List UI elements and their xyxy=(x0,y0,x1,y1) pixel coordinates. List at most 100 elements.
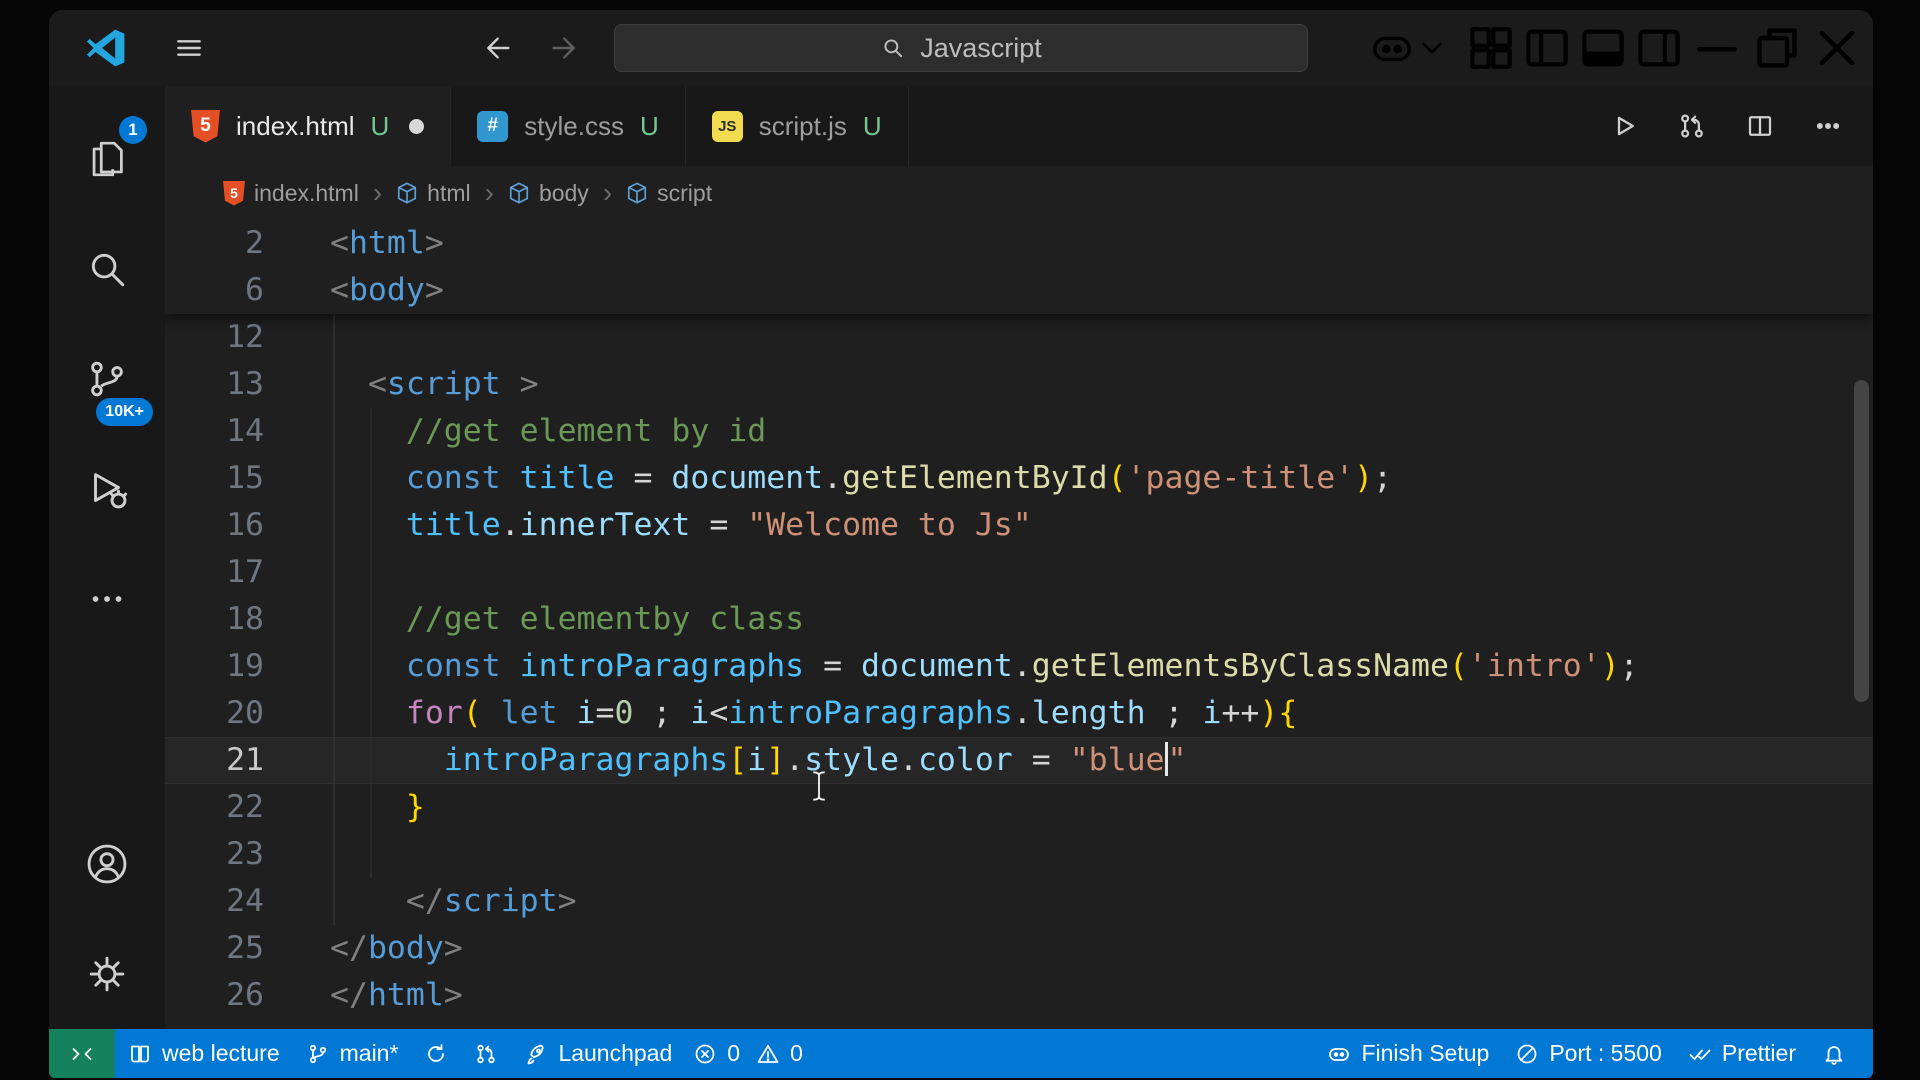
layout-grid-button[interactable] xyxy=(1463,10,1519,86)
indent-guide xyxy=(370,408,372,878)
ellipsis-button[interactable] xyxy=(1813,111,1843,141)
copilot-icon xyxy=(1327,1042,1351,1066)
status-item-launchpad[interactable]: Launchpad xyxy=(511,1029,685,1078)
activity-badge: 10K+ xyxy=(96,398,153,426)
code-line-14[interactable]: 14 //get element by id xyxy=(165,408,1873,455)
minimize-button[interactable] xyxy=(1687,10,1747,86)
run-button[interactable] xyxy=(1609,111,1639,141)
code-line-18[interactable]: 18 //get elementby class xyxy=(165,596,1873,643)
back-icon[interactable] xyxy=(483,32,515,64)
code-line-26[interactable]: 26 </html> xyxy=(165,972,1873,1019)
close-button[interactable] xyxy=(1807,10,1867,86)
gear-icon xyxy=(84,951,130,997)
activity-item-debug[interactable] xyxy=(49,434,165,544)
line-number[interactable]: 17 xyxy=(165,549,330,596)
status-item-remote[interactable] xyxy=(49,1029,115,1078)
copilot-button[interactable] xyxy=(1369,10,1415,86)
breadcrumb-label: index.html xyxy=(254,179,359,206)
line-number[interactable]: 6 xyxy=(165,267,330,314)
line-number[interactable]: 2 xyxy=(165,220,330,267)
code-line-23[interactable]: 23 xyxy=(165,831,1873,878)
restore-button[interactable] xyxy=(1747,10,1807,86)
warning-icon xyxy=(756,1042,780,1066)
status-item-bell[interactable] xyxy=(1809,1029,1859,1078)
status-item-port-5500[interactable]: Port : 5500 xyxy=(1502,1029,1675,1078)
status-item-0[interactable]: 0 xyxy=(685,1029,748,1078)
line-number[interactable]: 26 xyxy=(165,972,330,1019)
code-line-16[interactable]: 16 title.innerText = "Welcome to Js" xyxy=(165,502,1873,549)
split-button[interactable] xyxy=(1745,111,1775,141)
code-line-6[interactable]: 6 <body> xyxy=(165,267,1873,314)
layout-left-button[interactable] xyxy=(1519,10,1575,86)
code-line-2[interactable]: 2 <html> xyxy=(165,220,1873,267)
status-item-main-[interactable]: main* xyxy=(293,1029,412,1078)
line-number[interactable]: 20 xyxy=(165,690,330,737)
status-item-0[interactable]: 0 xyxy=(748,1029,811,1078)
html-file-icon: 5 xyxy=(191,109,220,143)
layout-right-button[interactable] xyxy=(1631,10,1687,86)
status-item-pr[interactable] xyxy=(461,1029,511,1078)
account-icon xyxy=(84,841,130,887)
breadcrumb-item-html[interactable]: html xyxy=(396,180,471,207)
breadcrumb-item-index.html[interactable]: 5 index.html xyxy=(223,180,359,207)
breadcrumb: 5 index.html › html › body › script xyxy=(165,166,1873,220)
line-number[interactable]: 12 xyxy=(165,314,330,361)
line-number[interactable]: 21 xyxy=(165,737,330,784)
code-line-15[interactable]: 15 const title = document.getElementById… xyxy=(165,455,1873,502)
status-item-prettier[interactable]: Prettier xyxy=(1675,1029,1809,1078)
code-line-13[interactable]: 13 <script > xyxy=(165,361,1873,408)
status-item-finish-setup[interactable]: Finish Setup xyxy=(1314,1029,1502,1078)
line-number[interactable]: 15 xyxy=(165,455,330,502)
line-number[interactable]: 16 xyxy=(165,502,330,549)
code-line-22[interactable]: 22 } xyxy=(165,784,1873,831)
css-file-icon: # xyxy=(477,110,509,142)
line-number[interactable]: 19 xyxy=(165,643,330,690)
activity-item-account[interactable] xyxy=(49,809,165,919)
status-label: Launchpad xyxy=(558,1040,673,1066)
activity-item-gear[interactable] xyxy=(49,919,165,1029)
tab-script.js[interactable]: JS script.js U xyxy=(685,86,909,166)
line-number[interactable]: 18 xyxy=(165,596,330,643)
forward-icon[interactable] xyxy=(547,32,579,64)
status-item-web-lecture[interactable]: web lecture xyxy=(115,1029,293,1078)
layout-bottom-button[interactable] xyxy=(1575,10,1631,86)
tab-style.css[interactable]: # style.css U xyxy=(451,86,686,166)
activity-item-search-big[interactable] xyxy=(49,214,165,324)
breadcrumb-label: body xyxy=(538,179,589,206)
activity-item-more[interactable] xyxy=(49,544,165,654)
status-item-sync[interactable] xyxy=(411,1029,461,1078)
line-number[interactable]: 22 xyxy=(165,784,330,831)
book-icon xyxy=(128,1042,152,1066)
code-line-19[interactable]: 19 const introParagraphs = document.getE… xyxy=(165,643,1873,690)
checkcheck-icon xyxy=(1688,1042,1712,1066)
activity-item-scm[interactable]: 10K+ xyxy=(49,324,165,434)
line-number[interactable]: 23 xyxy=(165,831,330,878)
activity-badge: 1 xyxy=(119,116,147,144)
code-line-21[interactable]: 21 introParagraphs[i].style.color = "blu… xyxy=(165,737,1873,784)
code-text: </html> xyxy=(330,977,463,1013)
code-line-20[interactable]: 20 for( let i=0 ; i<introParagraphs.leng… xyxy=(165,690,1873,737)
git-status-untracked: U xyxy=(862,110,882,141)
line-number[interactable]: 25 xyxy=(165,925,330,972)
code-line-25[interactable]: 25 </body> xyxy=(165,925,1873,972)
chevron-down-icon[interactable] xyxy=(1415,10,1449,86)
tab-index.html[interactable]: 5 index.html U xyxy=(165,86,452,166)
pr-button[interactable] xyxy=(1677,111,1707,141)
code-line-12[interactable]: 12 xyxy=(165,314,1873,361)
code-line-17[interactable]: 17 xyxy=(165,549,1873,596)
breadcrumb-item-script[interactable]: script xyxy=(626,180,712,207)
line-number[interactable]: 24 xyxy=(165,878,330,925)
editor-scrollbar[interactable] xyxy=(1854,380,1869,702)
code-line-24[interactable]: 24 </script> xyxy=(165,878,1873,925)
menu-icon[interactable] xyxy=(173,32,205,64)
git-status-untracked: U xyxy=(639,110,659,141)
status-right: Finish Setup Port : 5500 Prettier xyxy=(1314,1029,1873,1078)
status-bar: web lecture main* Launchpad 0 0 Finish Setup… xyxy=(49,1029,1873,1078)
line-number[interactable]: 13 xyxy=(165,361,330,408)
unsaved-dot-icon[interactable] xyxy=(409,118,425,134)
activity-item-files[interactable]: 1 xyxy=(49,104,165,214)
breadcrumb-item-body[interactable]: body xyxy=(508,180,589,207)
line-number[interactable]: 14 xyxy=(165,408,330,455)
editor[interactable]: 2 <html> 6 <body> 12 13 <script >14 //get el… xyxy=(165,220,1873,1029)
command-center-search[interactable]: Javascript xyxy=(614,24,1308,72)
